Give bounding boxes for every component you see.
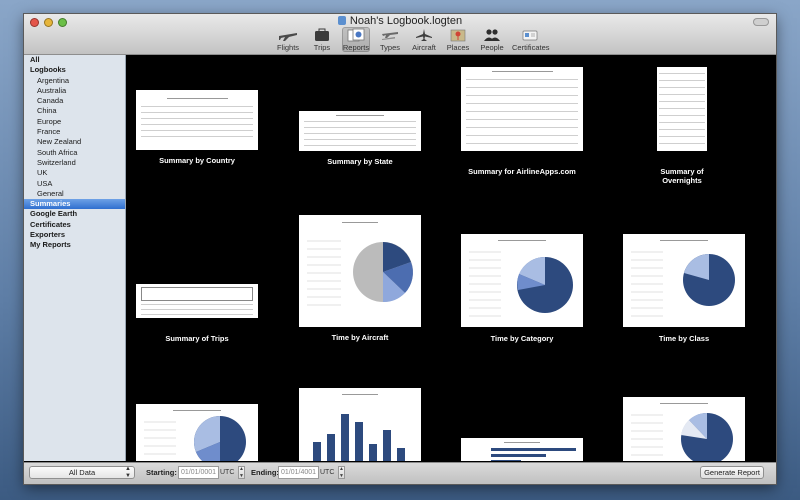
report-thumbnail: [299, 215, 421, 327]
toolbar-people[interactable]: People: [478, 27, 506, 52]
toolbar-places[interactable]: Places: [444, 27, 472, 52]
bottom-bar: All Data ▲ ▼ Starting: 01/01/0001 UTC ▲ ▼ …: [24, 462, 776, 484]
popup-arrows-icon: ▲ ▼: [125, 466, 131, 479]
aircraft-icon: [416, 29, 432, 41]
sidebar: All Logbooks Argentina Australia Canada …: [24, 55, 126, 461]
title-bar: Noah's Logbook.logten Flights Trips Repo…: [24, 14, 776, 55]
report-thumbnail: [299, 111, 421, 151]
starting-date-field[interactable]: 01/01/0001: [178, 466, 219, 479]
starting-label: Starting:: [146, 468, 177, 477]
sidebar-item-canada[interactable]: Canada: [24, 96, 125, 106]
report-thumbnail: [136, 284, 258, 318]
report-thumbnail: [461, 234, 583, 327]
sidebar-item-exporters[interactable]: Exporters: [24, 230, 125, 240]
report-tile-summary-airlineapps[interactable]: Summary for AirlineApps.com: [461, 67, 583, 181]
report-caption: Summary of Trips: [165, 334, 229, 343]
report-tile-time-by-category[interactable]: Time by Category: [461, 234, 583, 347]
sidebar-item-switzerland[interactable]: Switzerland: [24, 158, 125, 168]
sidebar-item-argentina[interactable]: Argentina: [24, 76, 125, 86]
report-thumbnail: [461, 67, 583, 151]
report-tile-time-by-class[interactable]: Time by Class: [623, 234, 745, 347]
ending-date-stepper[interactable]: ▲ ▼: [338, 466, 345, 479]
places-icon: [450, 29, 466, 42]
toolbar-aircraft[interactable]: Aircraft: [410, 27, 438, 52]
toolbar-trips[interactable]: Trips: [308, 27, 336, 52]
toolbar-types[interactable]: Types: [376, 27, 404, 52]
sidebar-item-new-zealand[interactable]: New Zealand: [24, 137, 125, 147]
toolbar-flights[interactable]: Flights: [274, 27, 302, 52]
report-thumbnail: [299, 388, 421, 461]
window-title: Noah's Logbook.logten: [24, 15, 776, 27]
report-caption: Summary by State: [327, 157, 393, 166]
bar-chart-thumbnail: [313, 414, 405, 461]
toolbar: Flights Trips Reports Types Aircraft Pla…: [274, 27, 550, 52]
app-window: Noah's Logbook.logten Flights Trips Repo…: [24, 14, 776, 484]
document-icon: [337, 16, 346, 25]
sidebar-item-australia[interactable]: Australia: [24, 86, 125, 96]
sidebar-item-france[interactable]: France: [24, 127, 125, 137]
report-tile-summary-by-country[interactable]: Summary by Country: [136, 90, 258, 180]
report-thumbnail: [623, 234, 745, 327]
sidebar-item-google-earth[interactable]: Google Earth: [24, 209, 125, 219]
report-tile-summary-by-state[interactable]: Summary by State: [299, 111, 421, 181]
starting-date-stepper[interactable]: ▲ ▼: [238, 466, 245, 479]
sidebar-item-south-africa[interactable]: South Africa: [24, 148, 125, 158]
sidebar-item-all[interactable]: All: [24, 55, 125, 65]
sidebar-item-usa[interactable]: USA: [24, 179, 125, 189]
sidebar-item-china[interactable]: China: [24, 106, 125, 116]
report-caption: Summary for AirlineApps.com: [468, 167, 576, 176]
report-thumbnail: [461, 438, 583, 461]
report-tile-time-by-type-of-time[interactable]: [461, 438, 583, 461]
report-caption: Summary by Country: [159, 156, 235, 165]
suitcase-icon: [315, 28, 329, 41]
pie-chart-thumbnail: [469, 251, 573, 317]
report-caption: Time by Category: [490, 334, 554, 343]
aircraft-types-icon: [382, 32, 398, 40]
toolbar-reports[interactable]: Reports: [342, 27, 370, 52]
report-tile-time-by-aircraft-type[interactable]: [623, 397, 745, 461]
report-caption: Summary of Overnights: [660, 167, 704, 185]
people-icon: [484, 29, 500, 41]
toolbar-certificates[interactable]: Certificates: [512, 27, 550, 52]
bar-chart-thumbnail: [491, 448, 576, 461]
pie-chart-thumbnail: [631, 412, 733, 461]
sidebar-item-general[interactable]: General: [24, 189, 125, 199]
generate-report-button[interactable]: Generate Report: [700, 466, 764, 479]
report-thumbnail: [136, 404, 258, 461]
sidebar-item-summaries[interactable]: Summaries: [24, 199, 125, 210]
report-thumbnail: [657, 67, 707, 151]
pie-chart-thumbnail: [307, 240, 413, 306]
report-tile-time-by-aircraft[interactable]: Time by Aircraft: [299, 215, 421, 347]
report-gallery: Summary by Country Summary by State Summ…: [126, 55, 776, 461]
sidebar-item-uk[interactable]: UK: [24, 168, 125, 178]
data-filter-popup[interactable]: All Data ▲ ▼: [29, 466, 135, 479]
report-tile-summary-of-trips[interactable]: Summary of Trips: [136, 284, 258, 346]
report-tile-time-by-month[interactable]: [299, 388, 421, 461]
ending-date-field[interactable]: 01/01/4001: [278, 466, 319, 479]
report-tile-summary-of-overnights[interactable]: Summary of Overnights: [651, 67, 713, 187]
reports-icon: [347, 28, 365, 42]
airplane-icon: [279, 33, 297, 41]
certificate-icon: [522, 30, 538, 41]
pie-chart-thumbnail: [631, 251, 735, 317]
pie-chart-thumbnail: [144, 416, 246, 461]
sidebar-item-logbooks[interactable]: Logbooks: [24, 65, 125, 75]
report-caption: Time by Class: [658, 334, 710, 343]
report-tile-time-by-engine-type[interactable]: [136, 404, 258, 461]
report-caption: Time by Aircraft: [331, 333, 389, 342]
report-thumbnail: [623, 397, 745, 461]
sidebar-item-europe[interactable]: Europe: [24, 117, 125, 127]
toolbar-toggle-button[interactable]: [753, 18, 769, 26]
sidebar-item-certificates[interactable]: Certificates: [24, 220, 125, 230]
ending-label: Ending:: [251, 468, 279, 477]
sidebar-item-my-reports[interactable]: My Reports: [24, 240, 125, 250]
report-thumbnail: [136, 90, 258, 150]
